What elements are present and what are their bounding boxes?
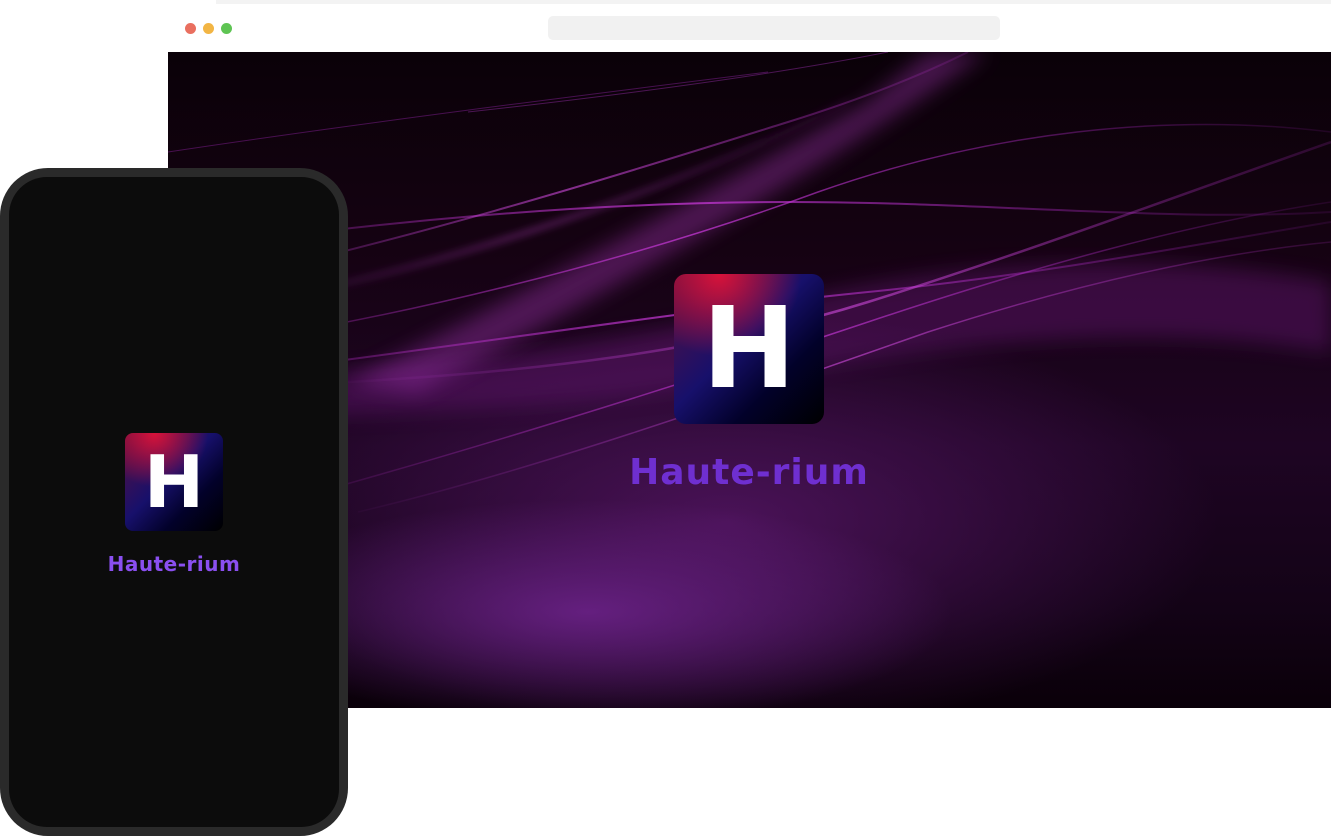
app-logo: H	[674, 274, 824, 424]
address-bar[interactable]	[548, 16, 1000, 40]
toolbar-edge	[216, 0, 1331, 4]
brand-name-mobile: Haute-rium	[107, 552, 241, 576]
close-window-button[interactable]	[185, 23, 196, 34]
maximize-window-button[interactable]	[221, 23, 232, 34]
mockup-stage: H Haute-rium H Haute-rium	[0, 0, 1331, 837]
phone-frame: H Haute-rium	[0, 168, 348, 836]
browser-toolbar	[168, 0, 1331, 52]
mobile-splash-screen: H Haute-rium	[9, 177, 339, 827]
minimize-window-button[interactable]	[203, 23, 214, 34]
logo-letter: H	[702, 284, 796, 414]
logo-letter-mobile: H	[143, 440, 205, 524]
brand-name: Haute-rium	[629, 452, 869, 493]
app-logo-mobile: H	[125, 433, 223, 531]
